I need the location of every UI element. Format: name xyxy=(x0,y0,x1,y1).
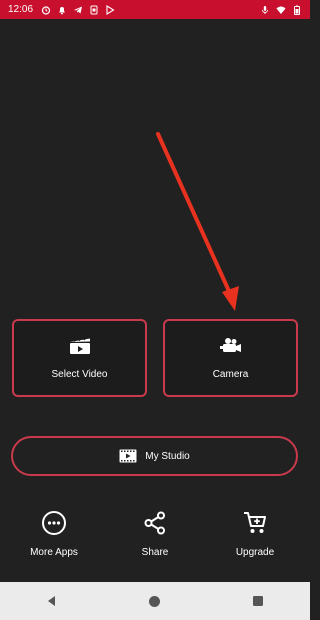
recents-icon xyxy=(253,596,264,606)
select-video-label: Select Video xyxy=(51,368,108,380)
my-studio-button[interactable]: My Studio xyxy=(11,436,298,476)
video-camera-icon xyxy=(219,337,241,352)
status-left: 12:06 xyxy=(8,4,115,15)
camera-label: Camera xyxy=(212,368,249,380)
status-bar: 12:06 xyxy=(0,0,310,19)
more-apps-button[interactable]: More Apps xyxy=(9,510,99,566)
alarm-icon xyxy=(41,5,51,15)
back-icon xyxy=(47,596,55,606)
status-right xyxy=(260,5,302,15)
more-apps-label: More Apps xyxy=(30,547,78,558)
share-button[interactable]: Share xyxy=(110,510,200,566)
my-studio-label: My Studio xyxy=(145,450,190,462)
home-icon xyxy=(149,595,161,607)
select-video-button[interactable]: Select Video xyxy=(12,319,147,397)
back-button[interactable] xyxy=(40,589,64,613)
mic-icon xyxy=(262,5,268,14)
upgrade-label: Upgrade xyxy=(235,547,275,558)
system-nav-bar xyxy=(0,582,310,620)
share-label: Share xyxy=(141,547,169,558)
bottom-actions: More Apps Share Upgrade xyxy=(0,510,310,570)
clapperboard-icon xyxy=(69,336,90,354)
sim-icon xyxy=(90,5,98,14)
notification-bell-icon xyxy=(59,6,66,14)
share-icon xyxy=(144,511,165,535)
more-dots-icon xyxy=(42,511,66,535)
cart-icon xyxy=(244,512,266,533)
recents-button[interactable] xyxy=(246,589,270,613)
status-time: 12:06 xyxy=(8,4,34,15)
camera-button[interactable]: Camera xyxy=(163,319,298,397)
home-button[interactable] xyxy=(143,589,167,613)
play-store-icon xyxy=(106,4,115,15)
film-strip-icon xyxy=(119,449,137,463)
upgrade-button[interactable]: Upgrade xyxy=(210,510,300,566)
telegram-icon xyxy=(74,6,83,13)
battery-icon xyxy=(294,5,300,15)
wifi-icon xyxy=(276,6,286,14)
